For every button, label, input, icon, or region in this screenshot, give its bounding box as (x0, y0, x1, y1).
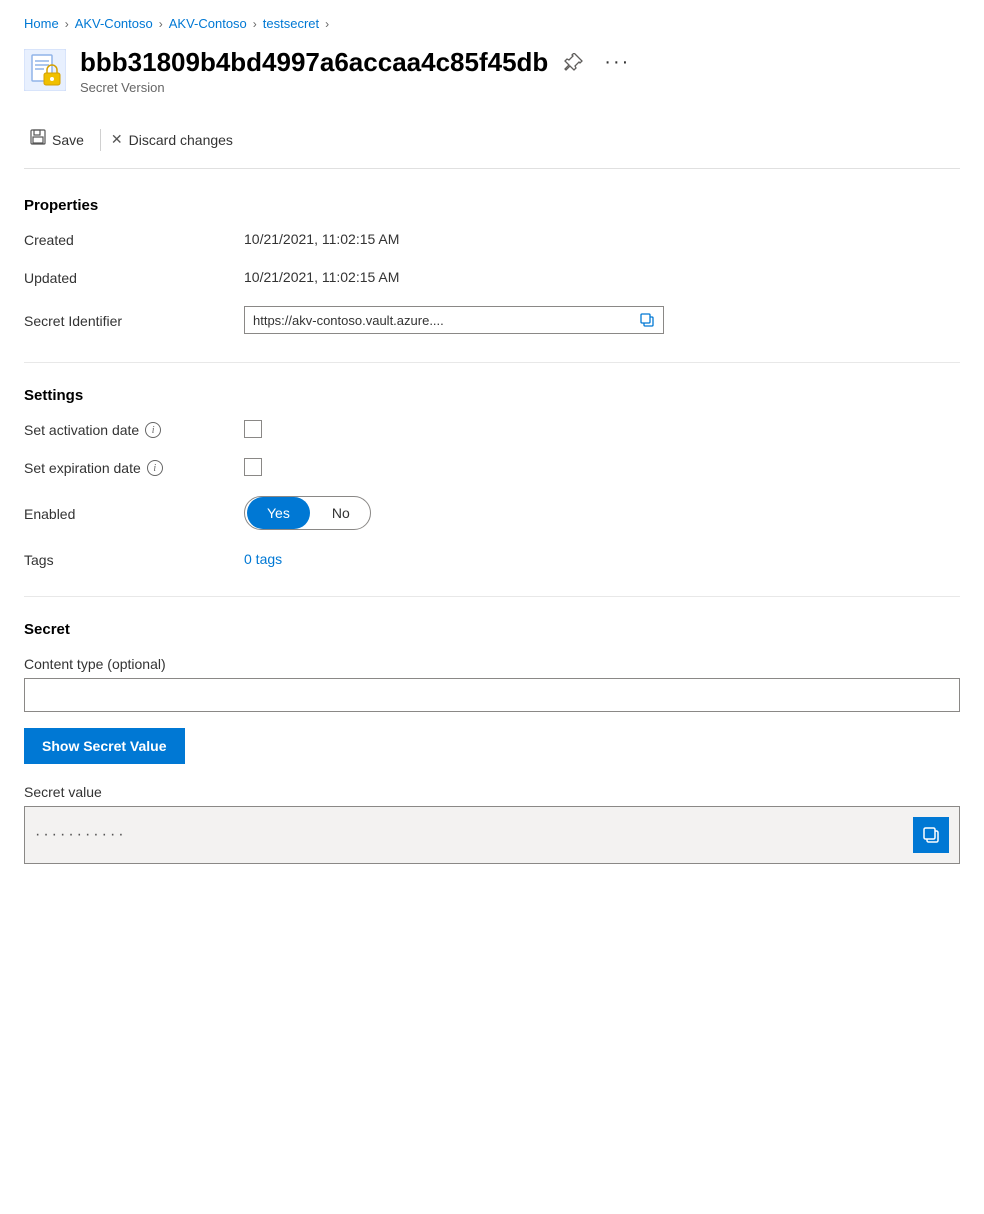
tags-value: 0 tags (244, 550, 960, 568)
section-divider-2 (24, 596, 960, 597)
more-button[interactable]: ··· (600, 47, 634, 78)
expiration-checkbox[interactable] (244, 458, 262, 476)
breadcrumb-akv1[interactable]: AKV-Contoso (75, 16, 153, 31)
toolbar: Save ✕ Discard changes (24, 115, 960, 169)
enabled-toggle-container: Yes No (244, 496, 960, 530)
page-subtitle: Secret Version (80, 80, 960, 95)
breadcrumb: Home › AKV-Contoso › AKV-Contoso › tests… (24, 16, 960, 31)
copy-secret-button[interactable] (913, 817, 949, 853)
tags-label: Tags (24, 550, 244, 568)
breadcrumb-akv2[interactable]: AKV-Contoso (169, 16, 247, 31)
toolbar-divider (100, 129, 101, 151)
properties-section-title: Properties (24, 197, 960, 214)
secret-dots: ··········· (35, 826, 913, 844)
content-type-label: Content type (optional) (24, 654, 960, 672)
enabled-toggle[interactable]: Yes No (244, 496, 371, 530)
discard-button[interactable]: ✕ Discard changes (105, 125, 245, 154)
identifier-text: https://akv-contoso.vault.azure.... (253, 313, 633, 328)
secret-id-label: Secret Identifier (24, 306, 244, 334)
breadcrumb-home[interactable]: Home (24, 16, 59, 31)
properties-grid: Created 10/21/2021, 11:02:15 AM Updated … (24, 230, 960, 334)
created-label: Created (24, 230, 244, 248)
activation-label: Set activation date i (24, 420, 244, 438)
copy-identifier-button[interactable] (639, 312, 655, 328)
secret-section-title: Secret (24, 621, 960, 638)
section-divider-1 (24, 362, 960, 363)
expiration-checkbox-container (244, 458, 960, 476)
title-block: bbb31809b4bd4997a6accaa4c85f45db ··· Sec… (80, 47, 960, 95)
toggle-no[interactable]: No (312, 497, 370, 529)
activation-info-icon[interactable]: i (145, 422, 161, 438)
show-secret-button[interactable]: Show Secret Value (24, 728, 185, 764)
save-icon (30, 129, 46, 150)
updated-value: 10/21/2021, 11:02:15 AM (244, 268, 960, 286)
secret-section: Secret Content type (optional) Show Secr… (24, 621, 960, 864)
breadcrumb-sep-3: › (253, 17, 257, 31)
secret-value-label: Secret value (24, 784, 960, 800)
secret-id-value: https://akv-contoso.vault.azure.... (244, 306, 960, 334)
updated-label: Updated (24, 268, 244, 286)
pin-button[interactable] (560, 49, 588, 77)
identifier-box: https://akv-contoso.vault.azure.... (244, 306, 664, 334)
key-vault-icon (24, 49, 66, 91)
page-header: bbb31809b4bd4997a6accaa4c85f45db ··· Sec… (24, 47, 960, 95)
settings-section-title: Settings (24, 387, 960, 404)
content-type-input[interactable] (24, 678, 960, 712)
discard-label: Discard changes (129, 132, 233, 148)
breadcrumb-testsecret[interactable]: testsecret (263, 16, 319, 31)
toggle-yes[interactable]: Yes (247, 497, 310, 529)
show-secret-label: Show Secret Value (42, 738, 167, 754)
enabled-label: Enabled (24, 496, 244, 530)
activation-checkbox[interactable] (244, 420, 262, 438)
activation-checkbox-container (244, 420, 960, 438)
discard-icon: ✕ (111, 131, 123, 148)
save-button[interactable]: Save (24, 123, 96, 156)
properties-section: Properties Created 10/21/2021, 11:02:15 … (24, 197, 960, 334)
created-value: 10/21/2021, 11:02:15 AM (244, 230, 960, 248)
page-title: bbb31809b4bd4997a6accaa4c85f45db (80, 47, 548, 78)
breadcrumb-sep-4: › (325, 17, 329, 31)
breadcrumb-sep-1: › (65, 17, 69, 31)
tags-link[interactable]: 0 tags (244, 551, 282, 567)
settings-grid: Set activation date i Set expiration dat… (24, 420, 960, 568)
secret-value-field: ··········· (24, 806, 960, 864)
expiration-info-icon[interactable]: i (147, 460, 163, 476)
settings-section: Settings Set activation date i Set expir… (24, 387, 960, 568)
save-label: Save (52, 132, 84, 148)
breadcrumb-sep-2: › (159, 17, 163, 31)
expiration-label: Set expiration date i (24, 458, 244, 476)
